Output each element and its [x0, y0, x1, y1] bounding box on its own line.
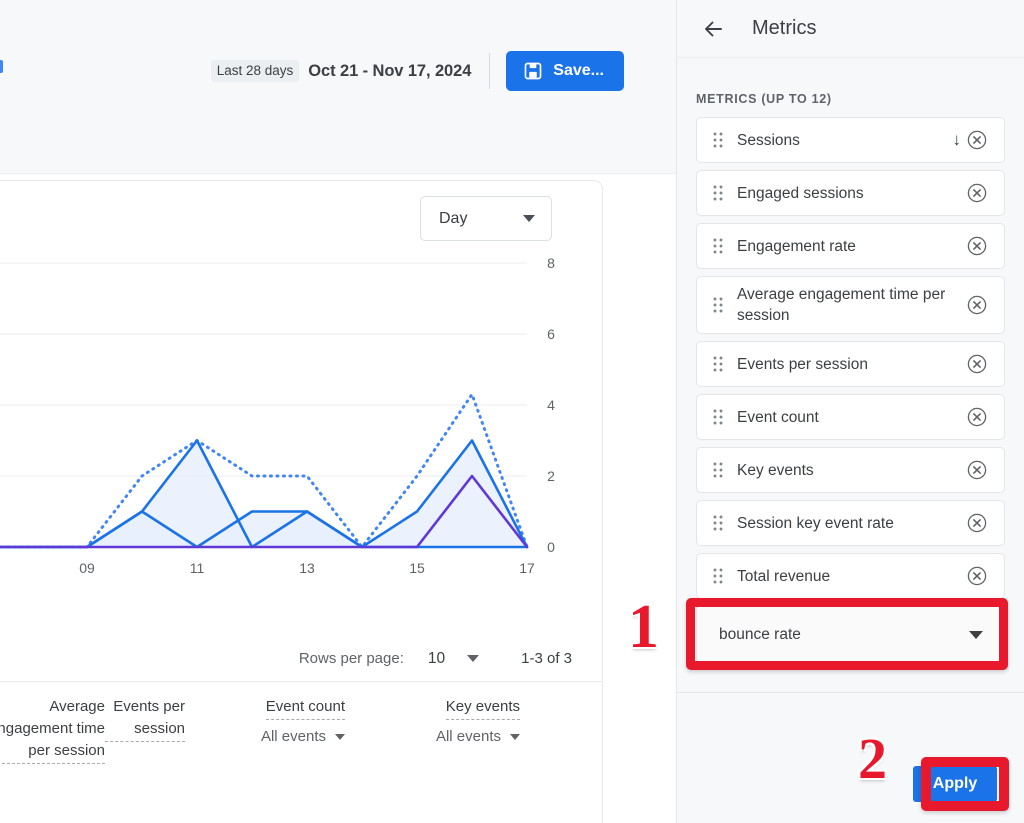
pagination-row: Rows per page: 10 1-3 of 3: [0, 636, 603, 681]
date-range-text[interactable]: Oct 21 - Nov 17, 2024: [308, 62, 471, 81]
clipped-edge-indicator: [0, 60, 3, 73]
granularity-select[interactable]: Day: [420, 196, 552, 241]
save-button[interactable]: Save...: [506, 51, 624, 91]
trend-chart-svg: 02468 070911131517: [0, 249, 603, 581]
drag-handle-icon[interactable]: [713, 356, 723, 372]
column-header[interactable]: Event count All events: [185, 696, 345, 745]
drag-handle-icon[interactable]: [713, 132, 723, 148]
column-header[interactable]: Events per session: [105, 696, 185, 742]
remove-metric-icon[interactable]: [967, 130, 987, 150]
x-tick-label: 13: [299, 560, 315, 576]
remove-metric-icon[interactable]: [967, 566, 987, 586]
arrow-left-icon: [701, 17, 725, 41]
remove-metric-icon[interactable]: [967, 183, 987, 203]
sort-descending-icon[interactable]: ↓: [953, 130, 962, 150]
chart-series-areas: [0, 441, 527, 548]
y-tick-label: 2: [547, 468, 555, 484]
rows-per-page-label: Rows per page:: [299, 650, 404, 667]
metrics-panel: Metrics METRICS (UP TO 12) Sessions ↓ Enga…: [677, 0, 1024, 823]
y-tick-label: 4: [547, 397, 555, 413]
metric-label: Sessions: [737, 130, 943, 151]
chevron-down-icon: [523, 215, 535, 222]
metric-row[interactable]: Events per session: [696, 341, 1005, 387]
remove-metric-icon[interactable]: [967, 407, 987, 427]
y-tick-label: 0: [547, 539, 555, 555]
metric-row[interactable]: Sessions ↓: [696, 117, 1005, 163]
column-header-filter-label: All events: [436, 728, 501, 745]
metric-label: Total revenue: [737, 566, 967, 587]
metric-label: Event count: [737, 407, 967, 428]
granularity-label: Day: [439, 210, 523, 228]
pagination-range: 1-3 of 3: [521, 650, 572, 667]
metric-row[interactable]: Total revenue: [696, 553, 1005, 599]
metric-label: Engaged sessions: [737, 183, 967, 204]
drag-handle-icon[interactable]: [713, 185, 723, 201]
drag-handle-icon[interactable]: [713, 409, 723, 425]
chart-y-tick-labels: 0 2 4 6 8: [547, 255, 555, 555]
chart-x-tick-labels: 070911131517: [0, 560, 535, 576]
metric-row[interactable]: Event count: [696, 394, 1005, 440]
remove-metric-icon[interactable]: [967, 295, 987, 315]
remove-metric-icon[interactable]: [967, 513, 987, 533]
remove-metric-icon[interactable]: [967, 354, 987, 374]
rows-per-page-value[interactable]: 10: [428, 650, 445, 668]
save-button-label: Save...: [553, 62, 604, 80]
metric-label: Events per session: [737, 354, 967, 375]
new-metric-input[interactable]: bounce rate: [696, 605, 1005, 663]
metrics-scrollbar-track[interactable]: [665, 0, 676, 823]
column-header-title: Event count: [266, 696, 345, 720]
trend-chart[interactable]: 02468 070911131517: [0, 249, 603, 581]
column-header-title: Events per session: [105, 696, 185, 742]
panel-footer-divider: [677, 692, 1024, 693]
panel-title: Metrics: [752, 17, 816, 40]
report-toolbar: Last 28 days Oct 21 - Nov 17, 2024 Save.…: [0, 0, 676, 174]
chevron-down-icon[interactable]: [969, 631, 983, 639]
metrics-section-label: METRICS (UP TO 12): [696, 92, 832, 106]
date-preset-chip[interactable]: Last 28 days: [211, 60, 300, 82]
metric-row[interactable]: Engagement rate: [696, 223, 1005, 269]
x-tick-label: 11: [190, 560, 205, 576]
remove-metric-icon[interactable]: [967, 236, 987, 256]
drag-handle-icon[interactable]: [713, 462, 723, 478]
metric-row[interactable]: Engaged sessions: [696, 170, 1005, 216]
column-header-filter[interactable]: All events: [261, 728, 345, 745]
column-header[interactable]: Average engagement time per session: [0, 696, 105, 764]
chevron-down-icon: [335, 734, 345, 740]
metric-label: Engagement rate: [737, 236, 967, 257]
apply-button[interactable]: Apply: [913, 766, 997, 802]
report-card: Day 02468 070911131517 Rows per page: 10…: [0, 180, 603, 823]
remove-metric-icon[interactable]: [967, 460, 987, 480]
drag-handle-icon[interactable]: [713, 515, 723, 531]
column-header-filter-label: All events: [261, 728, 326, 745]
chevron-down-icon[interactable]: [467, 655, 479, 662]
x-tick-label: 15: [409, 560, 425, 576]
chevron-down-icon: [510, 734, 520, 740]
y-tick-label: 8: [547, 255, 555, 271]
metric-label: Session key event rate: [737, 513, 967, 534]
column-header-title: Key events: [446, 696, 520, 720]
metric-row[interactable]: Key events: [696, 447, 1005, 493]
column-header-title: Average engagement time per session: [0, 696, 105, 764]
drag-handle-icon[interactable]: [713, 297, 723, 313]
metric-row[interactable]: Average engagement time per session: [696, 276, 1005, 334]
drag-handle-icon[interactable]: [713, 568, 723, 584]
data-table: Average engagement time per sessionEvent…: [0, 681, 603, 823]
new-metric-value: bounce rate: [719, 626, 969, 644]
x-tick-label: 17: [519, 560, 535, 576]
column-header-filter[interactable]: All events: [436, 728, 520, 745]
drag-handle-icon[interactable]: [713, 238, 723, 254]
metrics-panel-header: Metrics: [677, 0, 1024, 58]
table-header-row: Average engagement time per sessionEvent…: [0, 682, 603, 764]
toolbar-divider: [489, 53, 490, 89]
report-region: Last 28 days Oct 21 - Nov 17, 2024 Save.…: [0, 0, 676, 823]
y-tick-label: 6: [547, 326, 555, 342]
metric-label: Average engagement time per session: [737, 284, 967, 326]
column-header[interactable]: Key events All events: [345, 696, 520, 745]
date-and-save-row: Last 28 days Oct 21 - Nov 17, 2024 Save.…: [211, 51, 624, 91]
metric-row[interactable]: Session key event rate: [696, 500, 1005, 546]
back-button[interactable]: [696, 12, 730, 46]
x-tick-label: 09: [79, 560, 95, 576]
metric-label: Key events: [737, 460, 967, 481]
save-disk-icon: [523, 61, 543, 81]
